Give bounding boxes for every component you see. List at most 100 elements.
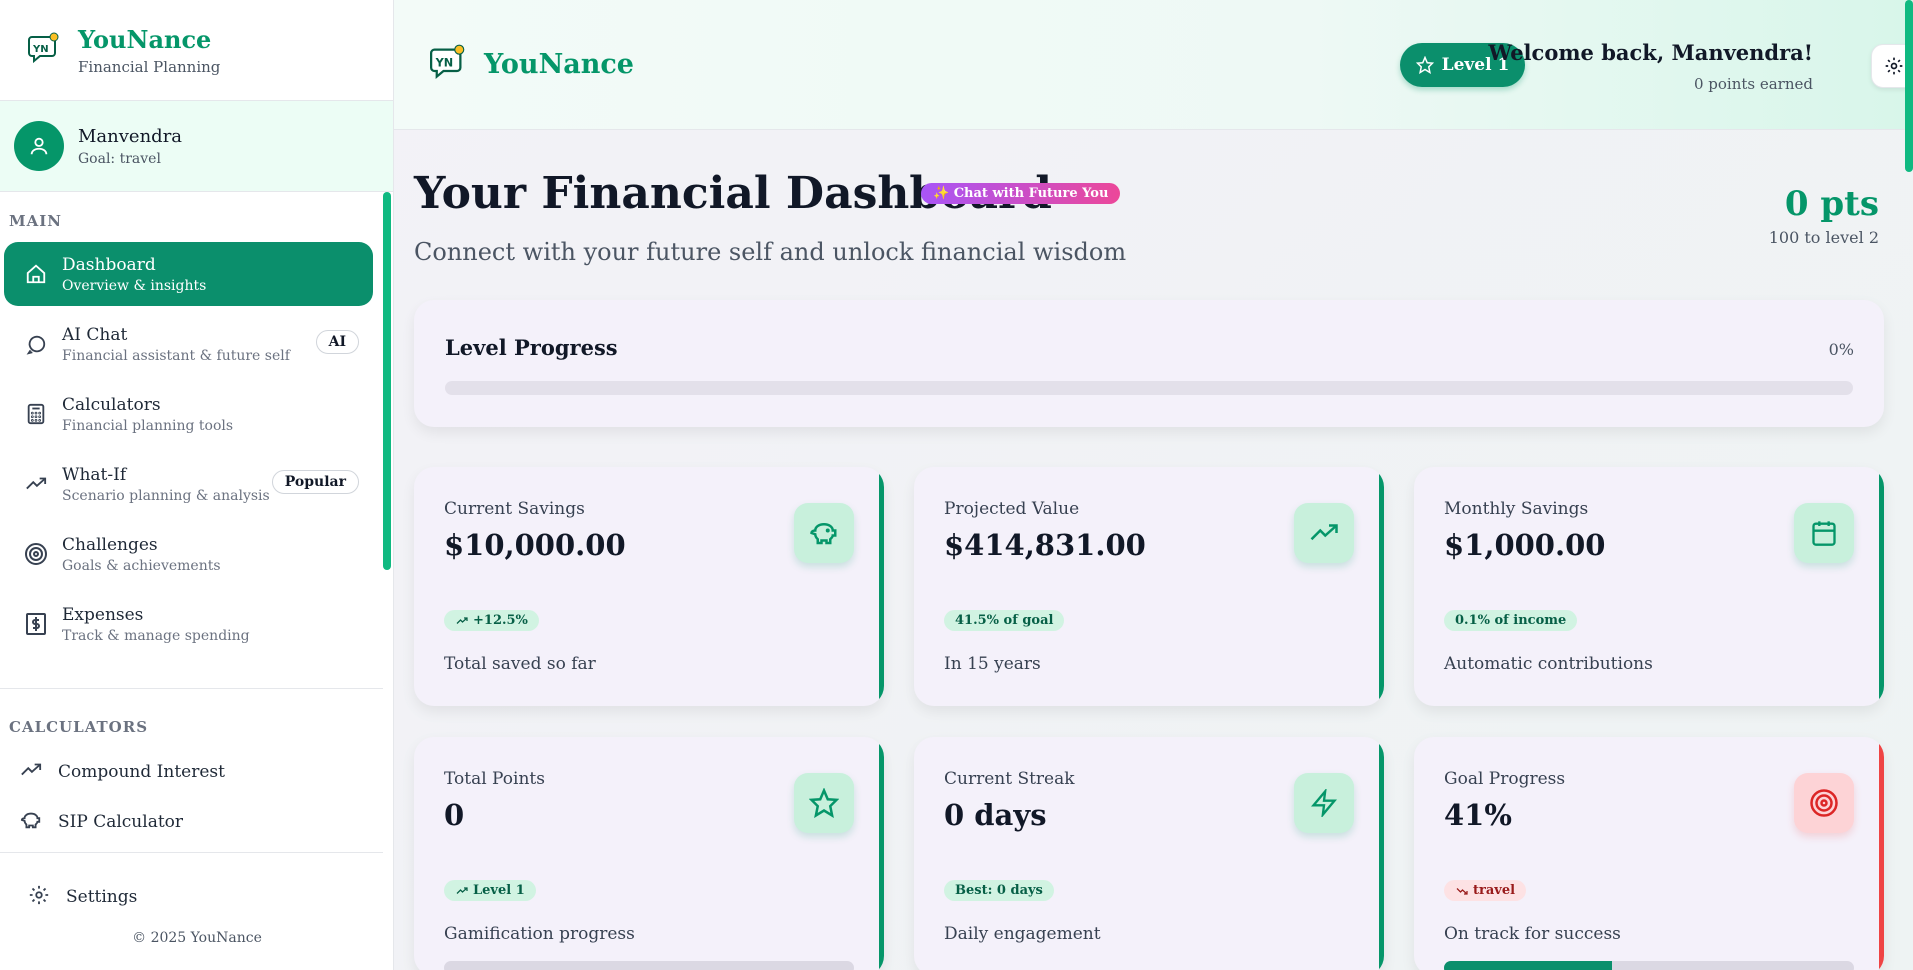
sidebar-item-what-if[interactable]: What-If Scenario planning & analysis Popu… bbox=[4, 452, 373, 516]
stat-title: Projected Value bbox=[944, 499, 1080, 519]
stat-card-monthly-savings[interactable]: Monthly Savings $1,000.00 0.1% of income… bbox=[1414, 467, 1884, 706]
user-goal: Goal: travel bbox=[78, 150, 161, 167]
level-progress-card: Level Progress 0% bbox=[414, 300, 1884, 427]
stat-card-projected-value[interactable]: Projected Value $414,831.00 41.5% of goa… bbox=[914, 467, 1384, 706]
sidebar-brand[interactable]: YN YouNance Financial Planning bbox=[0, 0, 393, 101]
points-to-level: 100 to level 2 bbox=[1768, 228, 1879, 247]
sidebar-item-challenges[interactable]: Challenges Goals & achievements bbox=[4, 522, 373, 586]
level-progress-percent: 0% bbox=[1828, 340, 1854, 359]
stat-title: Current Savings bbox=[444, 499, 585, 519]
goal-progress-fill bbox=[1444, 961, 1613, 970]
avatar bbox=[14, 121, 64, 171]
nav-label: Calculators bbox=[62, 394, 161, 415]
sidebar-item-expenses[interactable]: Expenses Track & manage spending bbox=[4, 592, 373, 656]
sidebar-item-sip-calculator[interactable]: SIP Calculator bbox=[18, 809, 183, 835]
badge-text: Best: 0 days bbox=[955, 883, 1043, 898]
stat-title: Monthly Savings bbox=[1444, 499, 1589, 519]
stat-title: Current Streak bbox=[944, 769, 1075, 789]
stat-badge: Level 1 bbox=[444, 880, 536, 901]
stat-desc: In 15 years bbox=[944, 654, 1041, 674]
sidebar: YN YouNance Financial Planning Manvendra… bbox=[0, 0, 394, 970]
stat-desc: Daily engagement bbox=[944, 924, 1101, 944]
stat-card-goal-progress[interactable]: Goal Progress 41% travel On track for su… bbox=[1414, 737, 1884, 970]
user-icon bbox=[30, 137, 48, 155]
sidebar-item-compound-interest[interactable]: Compound Interest bbox=[18, 759, 225, 785]
page-subtitle: Connect with your future self and unlock… bbox=[414, 238, 1127, 266]
trend-icon bbox=[18, 466, 54, 502]
header-brand[interactable]: YN YouNance bbox=[430, 44, 634, 84]
home-icon bbox=[18, 256, 54, 292]
stat-card-current-streak[interactable]: Current Streak 0 days Best: 0 days Daily… bbox=[914, 737, 1384, 970]
lightning-icon bbox=[1294, 773, 1354, 833]
chat-future-you-button[interactable]: ✨ Chat with Future You bbox=[921, 183, 1121, 204]
trend-icon bbox=[18, 759, 44, 785]
stat-value: $1,000.00 bbox=[1444, 528, 1606, 562]
points-progress-bar bbox=[444, 961, 854, 970]
welcome-block: Welcome back, Manvendra! 0 points earned bbox=[1488, 40, 1813, 93]
stat-badge: +12.5% bbox=[444, 610, 539, 631]
points-earned: 0 points earned bbox=[1693, 75, 1813, 93]
nav-label: Dashboard bbox=[62, 254, 156, 275]
chat-icon bbox=[18, 326, 54, 362]
star-icon bbox=[1415, 56, 1434, 74]
piggy-bank-icon bbox=[794, 503, 854, 563]
stat-desc: Total saved so far bbox=[444, 654, 596, 674]
popular-badge: Popular bbox=[271, 470, 359, 494]
stat-card-current-savings[interactable]: Current Savings $10,000.00 +12.5% Total … bbox=[414, 467, 884, 706]
user-card[interactable]: Manvendra Goal: travel bbox=[0, 101, 393, 192]
calc-label: Compound Interest bbox=[58, 762, 225, 782]
divider bbox=[0, 688, 383, 689]
main-scrollbar[interactable] bbox=[1905, 0, 1913, 172]
target-icon bbox=[1794, 773, 1854, 833]
brand-name: YouNance bbox=[78, 24, 212, 54]
calendar-icon bbox=[1794, 503, 1854, 563]
top-bar: YN YouNance Level 1 Welcome back, Manven… bbox=[394, 0, 1913, 130]
stat-desc: Automatic contributions bbox=[1444, 654, 1653, 674]
star-icon bbox=[794, 773, 854, 833]
stat-title: Total Points bbox=[444, 769, 545, 789]
stat-desc: Gamification progress bbox=[444, 924, 635, 944]
piggy-bank-icon bbox=[18, 809, 44, 835]
level-progress-title: Level Progress bbox=[445, 335, 618, 360]
sidebar-scrollbar[interactable] bbox=[383, 192, 391, 570]
logo-icon: YN bbox=[430, 44, 466, 84]
stat-badge: travel bbox=[1444, 880, 1527, 901]
stat-card-total-points[interactable]: Total Points 0 Level 1 Gamification prog… bbox=[414, 737, 884, 970]
sidebar-item-calculators[interactable]: Calculators Financial planning tools bbox=[4, 382, 373, 446]
stat-badge: 0.1% of income bbox=[1444, 610, 1578, 631]
calc-label: SIP Calculator bbox=[58, 812, 184, 832]
points-value: 0 pts bbox=[1784, 184, 1879, 224]
main-section-label: MAIN bbox=[9, 212, 62, 230]
main-content: YN YouNance Level 1 Welcome back, Manven… bbox=[394, 0, 1913, 970]
welcome-text: Welcome back, Manvendra! bbox=[1488, 40, 1813, 65]
stat-badge: 41.5% of goal bbox=[944, 610, 1065, 631]
ai-badge: AI bbox=[315, 330, 359, 354]
dollar-icon bbox=[18, 606, 54, 642]
svg-text:YN: YN bbox=[32, 44, 49, 55]
stat-value: 0 bbox=[444, 798, 465, 832]
card-accent bbox=[1379, 467, 1384, 706]
user-name: Manvendra bbox=[78, 125, 183, 147]
card-accent bbox=[879, 467, 884, 706]
trend-up-icon bbox=[1294, 503, 1354, 563]
badge-text: +12.5% bbox=[473, 613, 528, 628]
sidebar-settings[interactable]: Settings bbox=[28, 884, 137, 910]
sidebar-item-ai-chat[interactable]: AI Chat Financial assistant & future self… bbox=[4, 312, 373, 376]
sidebar-item-dashboard[interactable]: Dashboard Overview & insights bbox=[4, 242, 373, 306]
points-summary: 0 pts 100 to level 2 bbox=[1769, 184, 1879, 247]
nav-label: What-If bbox=[62, 464, 127, 485]
divider bbox=[0, 852, 383, 853]
stat-desc: On track for success bbox=[1444, 924, 1621, 944]
svg-text:YN: YN bbox=[435, 57, 454, 70]
nav-sub: Scenario planning & analysis bbox=[62, 487, 270, 504]
header-brand-name: YouNance bbox=[484, 48, 634, 80]
card-accent bbox=[1879, 467, 1884, 706]
nav-sub: Financial planning tools bbox=[62, 417, 234, 434]
calculators-section-label: CALCULATORS bbox=[9, 718, 149, 736]
calculator-icon bbox=[18, 396, 54, 432]
badge-text: 41.5% of goal bbox=[955, 613, 1054, 628]
stat-value: $414,831.00 bbox=[944, 528, 1146, 562]
nav-sub: Overview & insights bbox=[62, 277, 207, 294]
card-accent bbox=[1879, 737, 1884, 970]
badge-text: 0.1% of income bbox=[1455, 613, 1567, 628]
